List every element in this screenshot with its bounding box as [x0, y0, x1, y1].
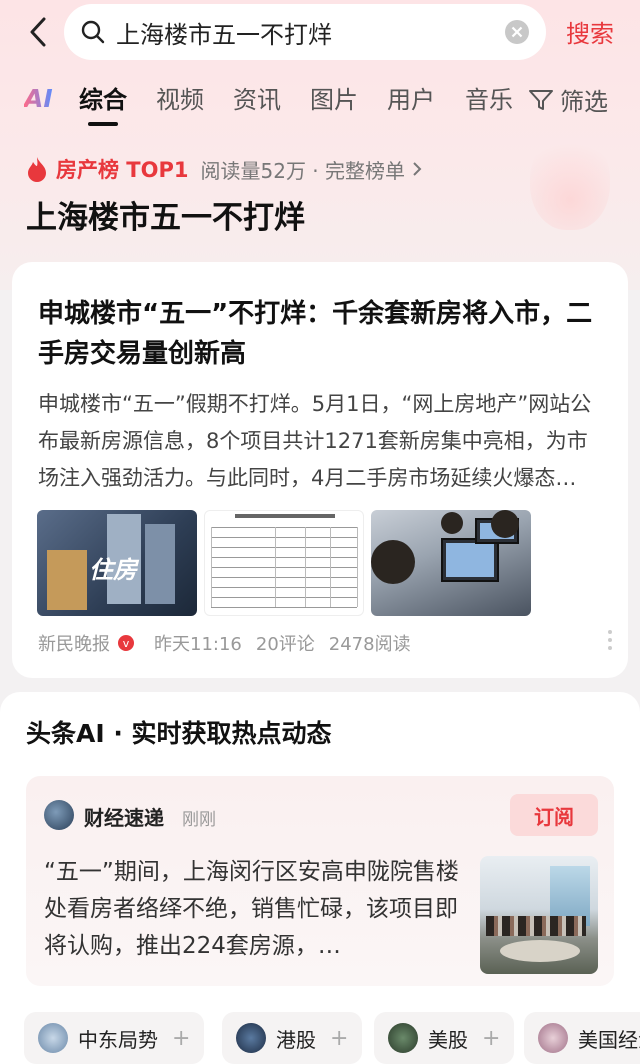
ai-source-name[interactable]: 财经速递: [84, 802, 164, 831]
search-icon: [81, 20, 105, 44]
topic-chips: 中东局势 + 港股 + 美股 + 美国经济: [24, 1012, 640, 1064]
skyline-icon: [236, 1023, 266, 1053]
filter-icon: [529, 89, 553, 110]
filter-label: 筛选: [560, 88, 608, 116]
thumb-label: 住房: [89, 556, 137, 584]
plus-icon: +: [482, 1025, 501, 1051]
chip-label: 美股: [428, 1027, 468, 1052]
back-arrow-icon[interactable]: [20, 12, 60, 52]
chip-label: 美国经济: [578, 1027, 640, 1052]
clear-icon[interactable]: [504, 19, 530, 45]
more-options-icon[interactable]: [608, 630, 612, 650]
publish-time: 昨天11:16: [154, 634, 242, 655]
building-icon: [388, 1023, 418, 1053]
ranking-row[interactable]: 房产榜 TOP1 阅读量52万 · 完整榜单: [26, 154, 423, 184]
search-input[interactable]: 上海楼市五一不打烊: [116, 15, 504, 50]
ai-section-heading: 头条AI · 实时获取热点动态: [26, 719, 332, 748]
search-button[interactable]: 搜索: [566, 14, 614, 49]
subscribe-button[interactable]: 订阅: [510, 794, 598, 836]
article-image-housing[interactable]: 住房: [37, 510, 197, 616]
chip-hk-stocks[interactable]: 港股 +: [222, 1012, 363, 1064]
ai-hot-section: 头条AI · 实时获取热点动态 财经速递 刚刚 订阅 “五一”期间，上海闵行区安…: [0, 692, 640, 1064]
tab-users[interactable]: 用户: [387, 80, 435, 115]
topic-title[interactable]: 上海楼市五一不打烊: [26, 192, 305, 237]
plus-icon: +: [330, 1025, 349, 1051]
article-card[interactable]: 申城楼市“五一”不打烊：千余套新房将入市，二手房交易量创新高 申城楼市“五一”假…: [12, 262, 628, 678]
ai-news-text[interactable]: “五一”期间，上海闵行区安高申陇院售楼处看房者络绎不绝，销售忙碌，该项目即将认购…: [44, 854, 464, 965]
article-meta: 新民晚报 v 昨天11:16 20评论 2478阅读: [38, 630, 411, 656]
chip-middle-east[interactable]: 中东局势 +: [24, 1012, 205, 1064]
search-bar[interactable]: 上海楼市五一不打烊: [64, 4, 546, 60]
chevron-right-icon: [413, 162, 422, 176]
article-summary: 申城楼市“五一”假期不打烊。5月1日，“网上房地产”网站公布最新房源信息，8个项…: [38, 392, 592, 490]
source-avatar[interactable]: [44, 800, 74, 830]
article-image-table[interactable]: [204, 510, 364, 616]
comment-count: 20评论: [255, 634, 315, 655]
verified-icon: v: [118, 635, 134, 651]
flame-decoration: [530, 130, 610, 230]
ranking-badge: 房产榜 TOP1: [56, 158, 189, 182]
chip-us-stocks[interactable]: 美股 +: [374, 1012, 515, 1064]
flag-icon: [538, 1023, 568, 1053]
chip-label: 中东局势: [78, 1027, 158, 1052]
chip-us-economy[interactable]: 美国经济: [524, 1012, 640, 1064]
tab-video[interactable]: 视频: [156, 80, 204, 115]
filter-button[interactable]: 筛选: [528, 82, 608, 117]
ranking-meta: 阅读量52万 · 完整榜单: [200, 158, 406, 183]
read-count: 2478阅读: [328, 634, 411, 655]
ai-source-time: 刚刚: [182, 810, 216, 830]
article-image-office[interactable]: [371, 510, 531, 616]
fire-icon: [28, 157, 46, 182]
tab-comprehensive[interactable]: 综合: [79, 80, 127, 115]
chip-label: 港股: [276, 1027, 316, 1052]
article-title[interactable]: 申城楼市“五一”不打烊：千余套新房将入市，二手房交易量创新高: [38, 294, 606, 374]
sales-office-image[interactable]: [480, 856, 598, 974]
plus-icon: +: [172, 1025, 191, 1051]
tab-images[interactable]: 图片: [310, 80, 358, 115]
tab-news[interactable]: 资讯: [233, 80, 281, 115]
source-name[interactable]: 新民晚报: [38, 630, 110, 656]
tab-music[interactable]: 音乐: [465, 80, 513, 115]
active-tab-indicator: [88, 122, 118, 126]
globe-icon: [38, 1023, 68, 1053]
ai-news-card[interactable]: 财经速递 刚刚 订阅 “五一”期间，上海闵行区安高申陇院售楼处看房者络绎不绝，销…: [26, 776, 614, 986]
